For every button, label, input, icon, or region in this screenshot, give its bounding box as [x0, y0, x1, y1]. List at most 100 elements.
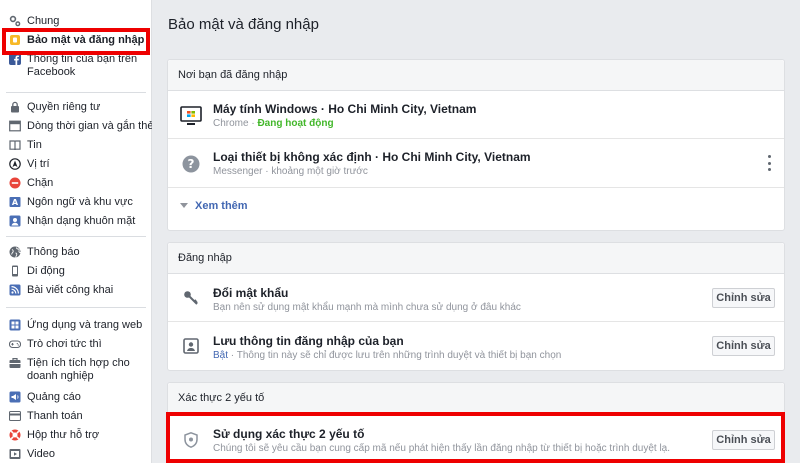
- sidebar-item-label: Video: [27, 448, 55, 460]
- save-login-title: Lưu thông tin đăng nhập của bạn: [213, 334, 404, 348]
- sidebar-item-ads[interactable]: Quảng cáo: [0, 390, 152, 409]
- sidebar-item-language-region[interactable]: A Ngôn ngữ và khu vực: [0, 195, 152, 214]
- svg-text:A: A: [12, 198, 19, 207]
- save-login-row[interactable]: Lưu thông tin đăng nhập của bạn Bật · Th…: [168, 322, 784, 370]
- sidebar-item-security-login[interactable]: Bảo mật và đăng nhập: [0, 33, 152, 52]
- windows-computer-icon: [180, 105, 202, 127]
- settings-app: Chung Bảo mật và đăng nhập Thông tin của…: [0, 0, 800, 463]
- save-login-status: Bật: [213, 350, 229, 361]
- shield-icon: [180, 429, 202, 451]
- sidebar-item-general[interactable]: Chung: [0, 14, 152, 33]
- sidebar-item-notifications[interactable]: Thông báo: [0, 245, 152, 264]
- sidebar-item-label: Quyền riêng tư: [27, 101, 101, 113]
- sidebar-item-label: Bảo mật và đăng nhập: [27, 34, 145, 46]
- session-detail: Messenger · khoảng một giờ trước: [213, 166, 368, 177]
- sidebar-item-face-recognition[interactable]: Nhận dạng khuôn mặt: [0, 214, 152, 233]
- session-device: Máy tính Windows · Ho Chi Minh City, Vie…: [213, 102, 477, 116]
- session-app: Chrome ·: [213, 118, 258, 129]
- two-factor-desc: Chúng tôi sẽ yêu cầu bạn cung cấp mã nếu…: [213, 443, 671, 454]
- sidebar-item-label: Hộp thư hỗ trợ: [27, 429, 100, 441]
- section-header: Đăng nhập: [168, 243, 784, 274]
- login-card: Đăng nhập Đổi mật khẩu Bạn nên sử dụng m…: [167, 242, 785, 371]
- sidebar-item-payments[interactable]: Thanh toán: [0, 409, 152, 428]
- session-row[interactable]: ? Loại thiết bị không xác định · Ho Chi …: [168, 139, 784, 188]
- lifebuoy-icon: [9, 429, 21, 441]
- where-logged-in-card: Nơi bạn đã đăng nhập Máy tính Windows · …: [167, 59, 785, 231]
- sidebar-item-privacy[interactable]: Quyền riêng tư: [0, 100, 152, 119]
- two-factor-title: Sử dụng xác thực 2 yếu tố: [213, 427, 365, 441]
- ads-icon: [9, 391, 21, 403]
- gamepad-icon: [9, 338, 21, 350]
- see-more-link[interactable]: Xem thêm: [180, 200, 248, 213]
- sidebar-item-label: Trò chơi tức thì: [27, 338, 102, 350]
- change-password-desc: Bạn nên sử dụng mật khẩu mạnh mà mình ch…: [213, 302, 521, 313]
- svg-text:?: ?: [188, 157, 195, 171]
- save-login-edit-button[interactable]: Chỉnh sửa: [712, 336, 775, 356]
- section-header: Nơi bạn đã đăng nhập: [168, 60, 784, 91]
- sidebar-item-location[interactable]: Vị trí: [0, 157, 152, 176]
- save-login-desc-text: · Thông tin này sẽ chỉ được lưu trên nhữ…: [228, 350, 562, 361]
- change-password-row[interactable]: Đổi mật khẩu Bạn nên sử dụng mật khẩu mạ…: [168, 274, 784, 322]
- sidebar-item-your-facebook-info[interactable]: Thông tin của bạn trên Facebook: [0, 52, 152, 86]
- save-login-desc: Bật · Thông tin này sẽ chỉ được lưu trên…: [213, 350, 561, 362]
- sidebar-item-mobile[interactable]: Di động: [0, 264, 152, 283]
- sidebar-group-general: Chung Bảo mật và đăng nhập Thông tin của…: [0, 14, 152, 86]
- business-icon: [9, 357, 21, 369]
- two-factor-row[interactable]: Sử dụng xác thực 2 yếu tố Chúng tôi sẽ y…: [168, 414, 784, 463]
- sidebar-item-label: Di động: [27, 265, 65, 277]
- key-icon: [180, 287, 202, 309]
- more-options-icon[interactable]: [766, 155, 772, 171]
- session-row[interactable]: Máy tính Windows · Ho Chi Minh City, Vie…: [168, 91, 784, 139]
- gear-icon: [9, 15, 21, 27]
- main-content: Bảo mật và đăng nhập Nơi bạn đã đăng nhậ…: [152, 0, 800, 463]
- sidebar-item-label: Thanh toán: [27, 410, 83, 422]
- sidebar-item-label: Ứng dụng và trang web: [27, 319, 143, 331]
- see-more-label: Xem thêm: [195, 200, 248, 212]
- sidebar-item-timeline-tagging[interactable]: Dòng thời gian và gắn thẻ: [0, 119, 153, 138]
- sidebar-group-apps: Ứng dụng và trang web Trò chơi tức thì T…: [0, 318, 152, 463]
- sidebar-item-apps-websites[interactable]: Ứng dụng và trang web: [0, 318, 152, 337]
- unknown-device-icon: ?: [180, 153, 202, 175]
- sidebar-group-notifications: Thông báo Di động Bài viết công khai: [0, 245, 152, 302]
- sidebar-item-label: Thông tin của bạn trên Facebook: [27, 53, 138, 78]
- change-password-edit-button[interactable]: Chỉnh sửa: [712, 288, 775, 308]
- two-factor-edit-button[interactable]: Chỉnh sửa: [712, 430, 775, 450]
- sidebar-item-label: Ngôn ngữ và khu vực: [27, 196, 133, 208]
- sidebar-item-label: Nhận dạng khuôn mặt: [27, 215, 136, 227]
- page-title: Bảo mật và đăng nhập: [168, 16, 319, 33]
- sidebar-item-label: Chung: [27, 15, 60, 27]
- sidebar-item-label: Chặn: [27, 177, 54, 189]
- session-status: Đang hoạt động: [257, 118, 334, 129]
- facebook-icon: [9, 53, 21, 65]
- sidebar-item-stories[interactable]: Tin: [0, 138, 152, 157]
- language-icon: A: [9, 196, 21, 208]
- block-icon: [9, 177, 21, 189]
- sidebar-divider: [6, 236, 146, 237]
- mobile-icon: [9, 265, 21, 277]
- sidebar-item-label: Vị trí: [27, 158, 50, 170]
- see-more-row: Xem thêm: [168, 188, 784, 229]
- lock-icon: [9, 101, 21, 113]
- sidebar-divider: [6, 92, 146, 93]
- session-detail: Chrome · Đang hoạt động: [213, 118, 334, 130]
- sidebar-item-label: Tin: [27, 139, 42, 151]
- sidebar-item-public-posts[interactable]: Bài viết công khai: [0, 283, 152, 302]
- saved-login-icon: [180, 335, 202, 357]
- shield-icon: [9, 34, 21, 46]
- globe-icon: [9, 246, 21, 258]
- video-icon: [9, 448, 21, 460]
- sidebar-item-business-integrations[interactable]: Tiện ích tích hợp cho doanh nghiệp: [0, 356, 152, 390]
- timeline-icon: [9, 120, 21, 132]
- sidebar-item-videos[interactable]: Video: [0, 447, 152, 463]
- caret-down-icon: [180, 203, 188, 208]
- section-header: Xác thực 2 yếu tố: [168, 383, 784, 414]
- sidebar-item-blocking[interactable]: Chặn: [0, 176, 152, 195]
- change-password-title: Đổi mật khẩu: [213, 286, 289, 300]
- sidebar-item-instant-games[interactable]: Trò chơi tức thì: [0, 337, 152, 356]
- sidebar-group-privacy: Quyền riêng tư Dòng thời gian và gắn thẻ…: [0, 100, 153, 233]
- sidebar-item-label: Thông báo: [27, 246, 80, 258]
- sidebar-item-support-inbox[interactable]: Hộp thư hỗ trợ: [0, 428, 152, 447]
- sidebar-item-label: Tiện ích tích hợp cho doanh nghiệp: [27, 357, 130, 382]
- payment-icon: [9, 410, 21, 422]
- sidebar-item-label: Bài viết công khai: [27, 284, 114, 296]
